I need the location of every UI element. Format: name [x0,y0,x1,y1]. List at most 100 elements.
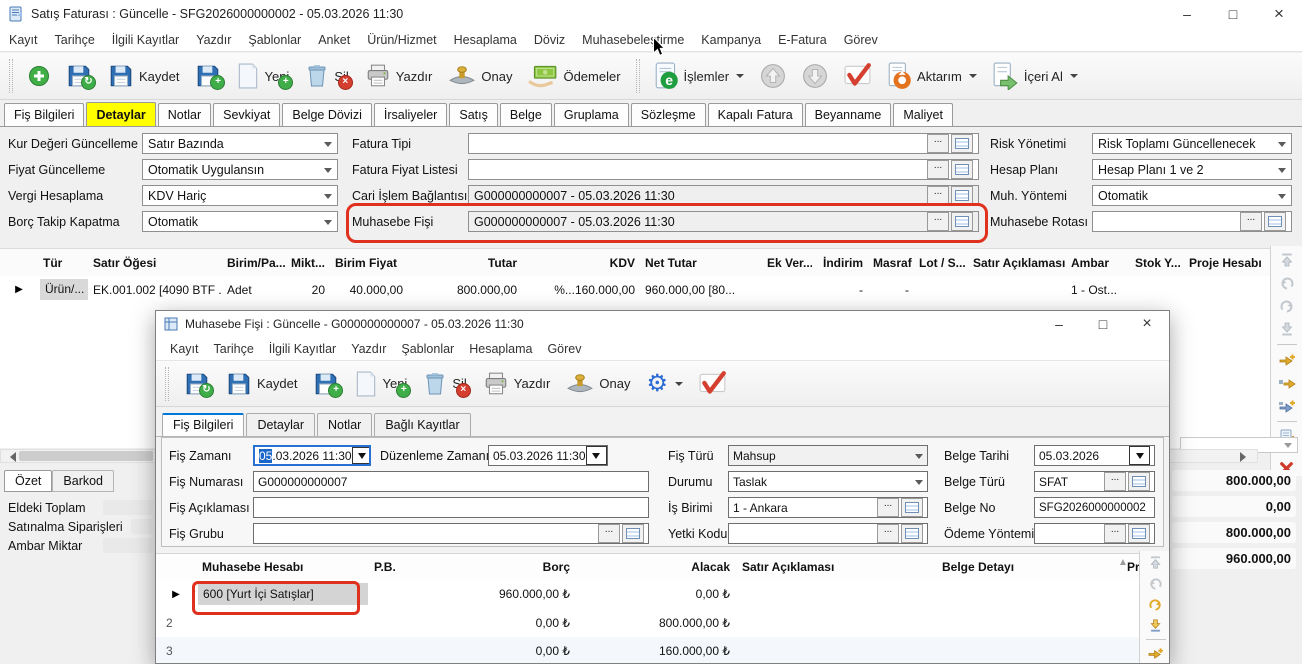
lookup-button[interactable]: ... [927,212,949,231]
dialog-save-button[interactable]: Kaydet [220,368,303,400]
paste-line-button[interactable] [1278,398,1296,414]
keypad-button[interactable] [1128,524,1150,543]
dialog-menu-ilgili-kayitlar[interactable]: İlgili Kayıtlar [269,342,336,356]
operations-button[interactable]: e İşlemler [649,59,751,93]
date-dropdown-button[interactable] [586,446,607,465]
col-stok-y[interactable]: Stok Y... [1130,256,1184,270]
col-satir-aciklamasi[interactable]: Satır Açıklaması [736,560,936,574]
risk-yonetimi-select[interactable]: Risk Toplamı Güncellenecek [1092,133,1292,154]
dialog-menu-yazdir[interactable]: Yazdır [351,342,386,356]
maximize-button[interactable]: □ [1210,0,1256,28]
dialog-minimize-button[interactable]: – [1037,311,1081,337]
toolbar-drag-handle[interactable] [165,367,169,401]
new-button[interactable]: + Yeni [231,60,295,92]
close-button[interactable]: × [1256,0,1302,28]
dialog-maximize-button[interactable]: □ [1081,311,1125,337]
col-tur[interactable]: Tür [38,256,88,270]
tab-sozlesme[interactable]: Sözleşme [631,103,706,126]
cell-net-tutar[interactable]: 960.000,00 [80... [640,283,762,297]
dialog-menu-gorev[interactable]: Görev [547,342,581,356]
fis-zamani-field[interactable]: 05.03.2026 11:30 [253,445,371,466]
keypad-button[interactable] [622,524,644,543]
hesap-plani-select[interactable]: Hesap Planı 1 ve 2 [1092,159,1292,180]
cell-borc[interactable]: 0,00 ₺ [436,616,576,630]
save-new-button[interactable]: + [189,60,227,92]
muh-yontemi-select[interactable]: Otomatik [1092,185,1292,206]
dialog-save-refresh-button[interactable]: ↻ [178,368,216,400]
menu-gorev[interactable]: Görev [844,33,878,47]
menu-kampanya[interactable]: Kampanya [701,33,761,47]
tab-beyanname[interactable]: Beyanname [805,103,892,126]
date-dropdown-button[interactable] [352,447,371,464]
menu-hesaplama[interactable]: Hesaplama [454,33,517,47]
tab-fis-bilgileri[interactable]: Fiş Bilgileri [4,103,84,126]
lookup-button[interactable]: ... [927,134,949,153]
fis-aciklamasi-field[interactable] [253,497,649,518]
col-indirim[interactable]: İndirim [812,256,868,270]
fis-numarasi-field[interactable]: G000000000007 [253,471,649,492]
lookup-button[interactable]: ... [1104,524,1126,543]
dialog-tab-fis-bilgileri[interactable]: Fiş Bilgileri [162,413,244,436]
transfer-button[interactable]: Aktarım [882,59,983,93]
scroll-right-icon[interactable] [1240,452,1251,462]
invoice-line-row[interactable]: ▶ Ürün/... EK.001.002 [4090 BTF ... Adet… [0,276,1270,304]
dialog-tab-bagli-kayitlar[interactable]: Bağlı Kayıtlar [374,413,470,436]
col-birim[interactable]: Birim/Pa... [222,256,286,270]
save-refresh-button[interactable]: ↻ [60,60,98,92]
move-top-button[interactable] [1279,252,1295,268]
menu-ilgili-kayitlar[interactable]: İlgili Kayıtlar [112,33,179,47]
lookup-button[interactable]: ... [877,498,899,517]
menu-kayit[interactable]: Kayıt [9,33,38,47]
dialog-confirm-button[interactable] [693,368,733,400]
col-proje-hesabi[interactable]: Proje Hesabı [1184,256,1270,270]
col-borc[interactable]: Borç [436,560,576,574]
scrollbar-thumb[interactable] [19,451,153,461]
menu-doviz[interactable]: Döviz [534,33,565,47]
tab-detaylar[interactable]: Detaylar [86,102,155,126]
keypad-button[interactable] [1264,212,1286,231]
dialog-new-button[interactable]: + Yeni [349,368,413,400]
nav-up-button[interactable] [754,60,792,92]
lookup-button[interactable]: ... [877,524,899,543]
cell-tur[interactable]: Ürün/... [40,279,88,300]
minimize-button[interactable]: – [1164,0,1210,28]
menu-e-fatura[interactable]: E-Fatura [778,33,827,47]
col-kdv[interactable]: KDV [522,256,640,270]
dialog-tab-notlar[interactable]: Notlar [317,413,372,436]
journal-line-row[interactable]: 3 0,00 ₺ 160.000,00 ₺ [156,637,1141,664]
menu-sablonlar[interactable]: Şablonlar [248,33,301,47]
keypad-button[interactable] [951,134,973,153]
duzenleme-zamani-field[interactable]: 05.03.2026 11:30 [488,445,608,466]
fatura-tipi-field[interactable]: ... [468,133,979,154]
col-belge-detayi[interactable]: Belge Detayı [936,560,1121,574]
menu-urun-hizmet[interactable]: Ürün/Hizmet [367,33,436,47]
cell-kdv[interactable]: %...160.000,00 [522,283,640,297]
approve-button[interactable]: Onay [442,61,518,91]
dialog-menu-kayit[interactable]: Kayıt [170,342,199,356]
menu-tarihce[interactable]: Tarihçe [55,33,95,47]
belge-no-field[interactable]: SFG2026000000002 [1034,497,1155,518]
col-tutar[interactable]: Tutar [408,256,522,270]
durumu-select[interactable]: Taslak [728,471,928,492]
tab-irsaliyeler[interactable]: İrsaliyeler [374,103,448,126]
cari-islem-baglantisi-field[interactable]: G000000000007 - 05.03.2026 11:30... [468,185,979,206]
muhasebe-rotasi-field[interactable]: ... [1092,211,1292,232]
col-miktar[interactable]: Mikt... [286,256,330,270]
keypad-button[interactable] [901,498,923,517]
col-ambar[interactable]: Ambar [1066,256,1130,270]
cell-indirim[interactable]: - [812,283,868,297]
fis-turu-select[interactable]: Mahsup [728,445,928,466]
payments-button[interactable]: Ödemeler [522,61,626,91]
delete-button[interactable]: × Sil [299,60,354,92]
cell-miktar[interactable]: 20 [286,283,330,297]
fis-grubu-field[interactable]: ... [253,523,649,544]
tab-barkod[interactable]: Barkod [52,470,114,492]
tab-ozet[interactable]: Özet [4,470,52,492]
tab-maliyet[interactable]: Maliyet [893,103,953,126]
dialog-tab-detaylar[interactable]: Detaylar [246,413,315,436]
dialog-save-new-button[interactable]: + [307,368,345,400]
insert-line-button[interactable] [1278,352,1296,368]
col-satir-ogesi[interactable]: Satır Öğesi [88,256,222,270]
dialog-print-button[interactable]: Yazdır [477,368,557,400]
move-top-button[interactable] [1148,555,1163,570]
